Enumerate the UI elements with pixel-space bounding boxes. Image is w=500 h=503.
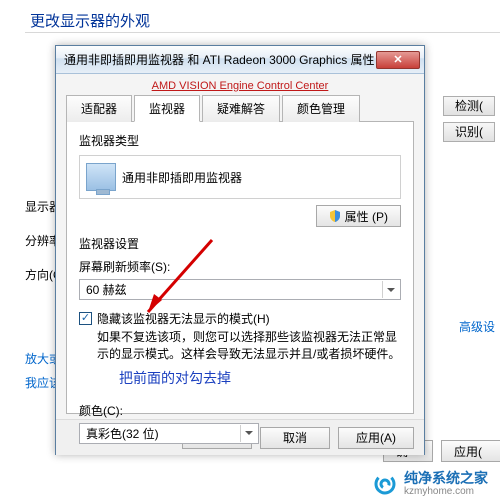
monitor-name: 通用非即插即用监视器 bbox=[122, 169, 242, 186]
monitor-icon bbox=[86, 163, 116, 191]
annotation-text: 把前面的对勾去掉 bbox=[119, 368, 401, 388]
advanced-settings-link[interactable]: 高级设 bbox=[459, 318, 495, 335]
divider bbox=[25, 32, 500, 33]
refresh-rate-value: 60 赫兹 bbox=[86, 281, 127, 298]
color-depth-value: 真彩色(32 位) bbox=[86, 425, 159, 442]
tab-color-management[interactable]: 颜色管理 bbox=[282, 95, 360, 122]
refresh-rate-label: 屏幕刷新频率(S): bbox=[79, 258, 170, 275]
watermark-logo-icon bbox=[372, 471, 398, 497]
monitor-properties-dialog: 通用非即插即用监视器 和 ATI Radeon 3000 Graphics 属性… bbox=[55, 45, 425, 455]
tab-adapter[interactable]: 适配器 bbox=[66, 95, 132, 122]
dialog-titlebar[interactable]: 通用非即插即用监视器 和 ATI Radeon 3000 Graphics 属性… bbox=[56, 46, 424, 74]
hide-modes-hint: 如果不复选该项，则您可以选择那些该监视器无法正常显示的显示模式。这样会导致无法显… bbox=[97, 329, 401, 364]
tab-monitor[interactable]: 监视器 bbox=[134, 95, 200, 122]
close-button[interactable]: ✕ bbox=[376, 51, 420, 69]
hide-modes-checkbox[interactable] bbox=[79, 312, 92, 325]
shield-icon bbox=[329, 210, 341, 222]
detect-button[interactable]: 检测( bbox=[443, 96, 495, 116]
watermark: 纯净系统之家 kzmyhome.com bbox=[372, 471, 488, 497]
bg-apply-button[interactable]: 应用( bbox=[441, 440, 500, 462]
amd-control-center-link[interactable]: AMD VISION Engine Control Center bbox=[66, 80, 414, 92]
watermark-url: kzmyhome.com bbox=[404, 486, 488, 497]
identify-button[interactable]: 识别( bbox=[443, 122, 495, 142]
page-title: 更改显示器的外观 bbox=[30, 10, 150, 31]
tab-troubleshoot[interactable]: 疑难解答 bbox=[202, 95, 280, 122]
color-depth-select[interactable]: 真彩色(32 位) bbox=[79, 423, 259, 444]
watermark-name: 纯净系统之家 bbox=[404, 471, 488, 486]
monitor-properties-button-label: 属性 (P) bbox=[345, 208, 388, 225]
color-label: 颜色(C): bbox=[79, 402, 123, 419]
dialog-tabs: 适配器 监视器 疑难解答 颜色管理 bbox=[66, 94, 414, 122]
dialog-title-text: 通用非即插即用监视器 和 ATI Radeon 3000 Graphics 属性 bbox=[64, 51, 376, 68]
monitor-type-box: 通用非即插即用监视器 bbox=[79, 155, 401, 199]
close-icon: ✕ bbox=[393, 53, 402, 66]
monitor-properties-button[interactable]: 属性 (P) bbox=[316, 205, 401, 227]
refresh-rate-select[interactable]: 60 赫兹 bbox=[79, 279, 401, 300]
tab-page-monitor: 监视器类型 通用非即插即用监视器 属性 (P) 监视器设置 屏幕刷新频率(S): bbox=[66, 122, 414, 414]
monitor-settings-label: 监视器设置 bbox=[79, 235, 401, 252]
hide-modes-checkbox-label: 隐藏该监视器无法显示的模式(H) bbox=[97, 310, 401, 327]
dialog-body: AMD VISION Engine Control Center 适配器 监视器… bbox=[56, 74, 424, 419]
chevron-down-icon bbox=[382, 281, 398, 298]
monitor-type-label: 监视器类型 bbox=[79, 132, 401, 149]
chevron-down-icon bbox=[240, 425, 256, 442]
